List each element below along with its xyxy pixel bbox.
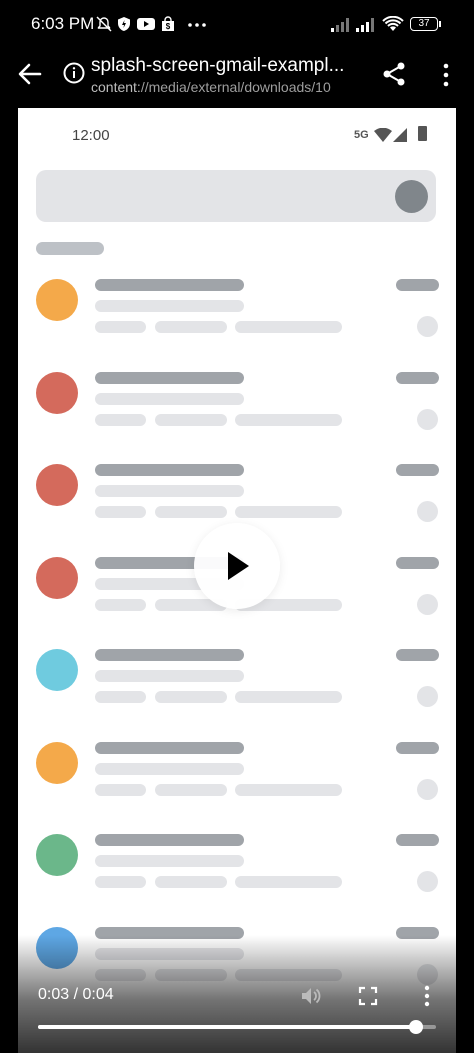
skeleton-star	[417, 316, 438, 337]
skeleton-email-row	[18, 371, 456, 464]
skeleton-date-line	[396, 279, 439, 291]
skeleton-date-line	[396, 834, 439, 846]
skeleton-star	[417, 871, 438, 892]
skeleton-chip	[95, 506, 146, 518]
skeleton-subject-line	[95, 392, 244, 405]
skeleton-date-line	[396, 556, 439, 569]
more-vert-icon[interactable]	[436, 62, 456, 88]
skeleton-star	[417, 593, 438, 615]
video-signal-icon	[393, 128, 407, 142]
skeleton-chip	[95, 691, 146, 703]
skeleton-subject-line	[95, 855, 244, 867]
battery-tip	[439, 21, 441, 27]
skeleton-avatar	[395, 180, 428, 213]
battery-level: 37	[418, 18, 430, 29]
skeleton-chip	[235, 691, 342, 703]
skeleton-sender-line	[95, 649, 244, 661]
file-path-scheme: content:	[91, 79, 141, 95]
video-wifi-icon	[374, 128, 392, 142]
skeleton-subject-line	[95, 670, 244, 682]
skeleton-chip	[155, 321, 227, 333]
skeleton-chip	[235, 876, 342, 888]
seek-progress	[38, 1025, 417, 1029]
skeleton-search-bar	[36, 170, 436, 222]
skeleton-sender-avatar	[36, 741, 78, 784]
file-path: content://media/external/downloads/10	[91, 79, 356, 95]
skeleton-chip	[95, 413, 146, 426]
skeleton-subject-line	[95, 485, 244, 497]
skeleton-sender-avatar	[36, 556, 78, 599]
volume-icon[interactable]	[300, 985, 322, 1007]
status-bar-time: 6:03 PM	[31, 14, 95, 33]
more-notifications-icon	[188, 23, 206, 27]
video-network-label: 5G	[354, 129, 369, 141]
skeleton-sender-avatar	[36, 834, 78, 876]
skeleton-subject-line	[95, 300, 244, 312]
skeleton-star	[417, 408, 438, 430]
skeleton-sender-line	[95, 741, 244, 754]
skeleton-sender-avatar	[36, 649, 78, 691]
info-icon[interactable]	[63, 62, 85, 84]
notifications-off-icon	[96, 16, 112, 32]
back-arrow-icon[interactable]	[14, 58, 46, 90]
skeleton-date-line	[396, 741, 439, 754]
skeleton-date-line	[396, 371, 439, 384]
timecode: 0:03 / 0:04	[38, 986, 114, 1003]
skeleton-sender-line	[95, 834, 244, 846]
video-status-time: 12:00	[72, 127, 110, 144]
signal-2-icon	[356, 18, 374, 32]
play-icon	[228, 552, 249, 580]
skeleton-chip	[95, 876, 146, 888]
shield-icon	[118, 17, 130, 31]
skeleton-email-row	[18, 741, 456, 834]
skeleton-chip	[95, 321, 146, 333]
skeleton-sender-avatar	[36, 371, 78, 414]
svg-text:$: $	[166, 22, 171, 31]
skeleton-section-label	[36, 242, 104, 255]
shopping-bag-icon: $	[162, 16, 174, 31]
video-more-icon[interactable]	[420, 984, 434, 1008]
fullscreen-icon[interactable]	[358, 986, 378, 1006]
skeleton-chip	[235, 413, 342, 426]
skeleton-sender-line	[95, 371, 244, 384]
skeleton-email-row	[18, 279, 456, 371]
skeleton-subject-line	[95, 762, 244, 775]
skeleton-chip	[235, 321, 342, 333]
battery-icon: 37	[410, 17, 438, 31]
skeleton-chip	[155, 413, 227, 426]
skeleton-email-row	[18, 834, 456, 926]
skeleton-chip	[235, 783, 342, 796]
skeleton-date-line	[396, 464, 439, 476]
skeleton-chip	[155, 783, 227, 796]
skeleton-sender-avatar	[36, 279, 78, 321]
video-battery-icon	[418, 126, 427, 141]
skeleton-star	[417, 501, 438, 522]
signal-1-icon	[331, 18, 349, 32]
skeleton-sender-line	[95, 464, 244, 476]
seek-thumb[interactable]	[409, 1020, 424, 1034]
skeleton-chip	[155, 506, 227, 518]
file-path-rest: //media/external/downloads/10	[140, 79, 331, 95]
skeleton-chip	[95, 783, 146, 796]
skeleton-chip	[155, 876, 227, 888]
skeleton-star	[417, 686, 438, 707]
skeleton-sender-avatar	[36, 464, 78, 506]
skeleton-email-row	[18, 649, 456, 741]
skeleton-chip	[155, 691, 227, 703]
skeleton-date-line	[396, 649, 439, 661]
file-title: splash-screen-gmail-exampl...	[91, 55, 345, 76]
share-icon[interactable]	[380, 60, 408, 88]
youtube-icon	[137, 18, 155, 30]
skeleton-chip	[235, 506, 342, 518]
skeleton-star	[417, 778, 438, 800]
seek-bar[interactable]	[38, 1025, 436, 1029]
skeleton-sender-line	[95, 279, 244, 291]
skeleton-chip	[95, 598, 146, 611]
wifi-icon	[382, 16, 404, 31]
play-button[interactable]	[194, 523, 280, 609]
